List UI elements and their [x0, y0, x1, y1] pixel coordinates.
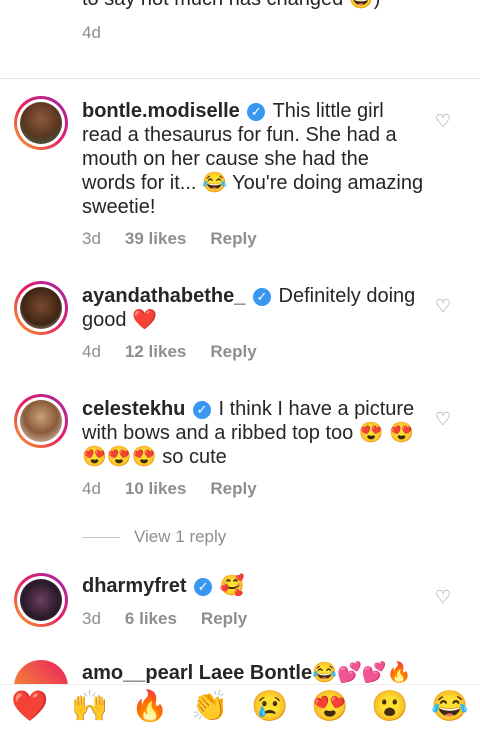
comment-text: 🥰	[219, 575, 245, 597]
heart-emoji-button[interactable]: ❤️	[11, 690, 48, 724]
comment-username[interactable]: celestekhu	[82, 398, 185, 420]
avatar[interactable]	[14, 394, 68, 448]
clapping-emoji-button[interactable]: 👏	[191, 690, 228, 724]
comment-meta: 3d 6 likes Reply	[82, 609, 271, 629]
heart-outline-icon[interactable]: ♡	[434, 112, 452, 130]
comment-body: bontle.modiselle ✓ This little girl read…	[82, 99, 424, 219]
comment-time: 4d	[82, 342, 101, 361]
partial-comment: amo__pearl Laee Bontle😂💕💕🔥	[82, 662, 412, 684]
previous-comment-text: to say not much has changed 😄)	[82, 0, 462, 12]
verified-badge-icon: ✓	[247, 103, 266, 121]
divider	[0, 78, 480, 79]
fire-emoji-button[interactable]: 🔥	[131, 690, 168, 724]
likes-count[interactable]: 12 likes	[125, 342, 186, 362]
verified-badge-icon: ✓	[192, 401, 211, 419]
heart-outline-icon[interactable]: ♡	[434, 410, 452, 428]
comment-time: 4d	[82, 479, 101, 498]
comment-meta: 3d 39 likes Reply	[82, 229, 281, 249]
comment-meta: 4d 10 likes Reply	[82, 479, 281, 499]
verified-badge-icon: ✓	[252, 288, 271, 306]
comment-username[interactable]: bontle.modiselle	[82, 100, 240, 122]
crying-emoji-button[interactable]: 😢	[251, 690, 288, 724]
comment-time: 3d	[82, 229, 101, 248]
previous-comment-time: 4d	[82, 23, 101, 42]
laughing-emoji-button[interactable]: 😂	[431, 690, 468, 724]
view-replies-line	[82, 536, 120, 538]
comment-username[interactable]: ayandathabethe_	[82, 285, 245, 307]
comment-meta: 4d 12 likes Reply	[82, 342, 281, 362]
view-replies-button[interactable]: View 1 reply	[82, 527, 226, 547]
avatar[interactable]	[14, 96, 68, 150]
verified-badge-icon: ✓	[194, 578, 213, 596]
reply-button[interactable]: Reply	[201, 609, 247, 629]
heart-outline-icon[interactable]: ♡	[434, 588, 452, 606]
reply-button[interactable]: Reply	[210, 479, 256, 499]
emoji-quick-bar: ❤️ 🙌 🔥 👏 😢 😍 😮 😂	[0, 684, 480, 729]
reply-button[interactable]: Reply	[210, 229, 256, 249]
heart-outline-icon[interactable]: ♡	[434, 297, 452, 315]
raised-hands-emoji-button[interactable]: 🙌	[71, 690, 108, 724]
likes-count[interactable]: 10 likes	[125, 479, 186, 499]
view-replies-label: View 1 reply	[134, 527, 227, 546]
heart-eyes-emoji-button[interactable]: 😍	[311, 690, 348, 724]
comment-username[interactable]: dharmyfret	[82, 575, 186, 597]
comment-body: ayandathabethe_ ✓ Definitely doing good …	[82, 284, 424, 332]
comment-time: 3d	[82, 609, 101, 628]
likes-count[interactable]: 39 likes	[125, 229, 186, 249]
reply-button[interactable]: Reply	[210, 342, 256, 362]
previous-comment-fragment: to say not much has changed 😄) 4d	[82, 0, 462, 46]
avatar[interactable]	[14, 573, 68, 627]
comment-body: dharmyfret ✓ 🥰	[82, 574, 424, 598]
avatar[interactable]	[14, 281, 68, 335]
comment-body: celestekhu ✓ I think I have a picture wi…	[82, 397, 424, 469]
likes-count[interactable]: 6 likes	[125, 609, 177, 629]
surprised-emoji-button[interactable]: 😮	[371, 690, 408, 724]
